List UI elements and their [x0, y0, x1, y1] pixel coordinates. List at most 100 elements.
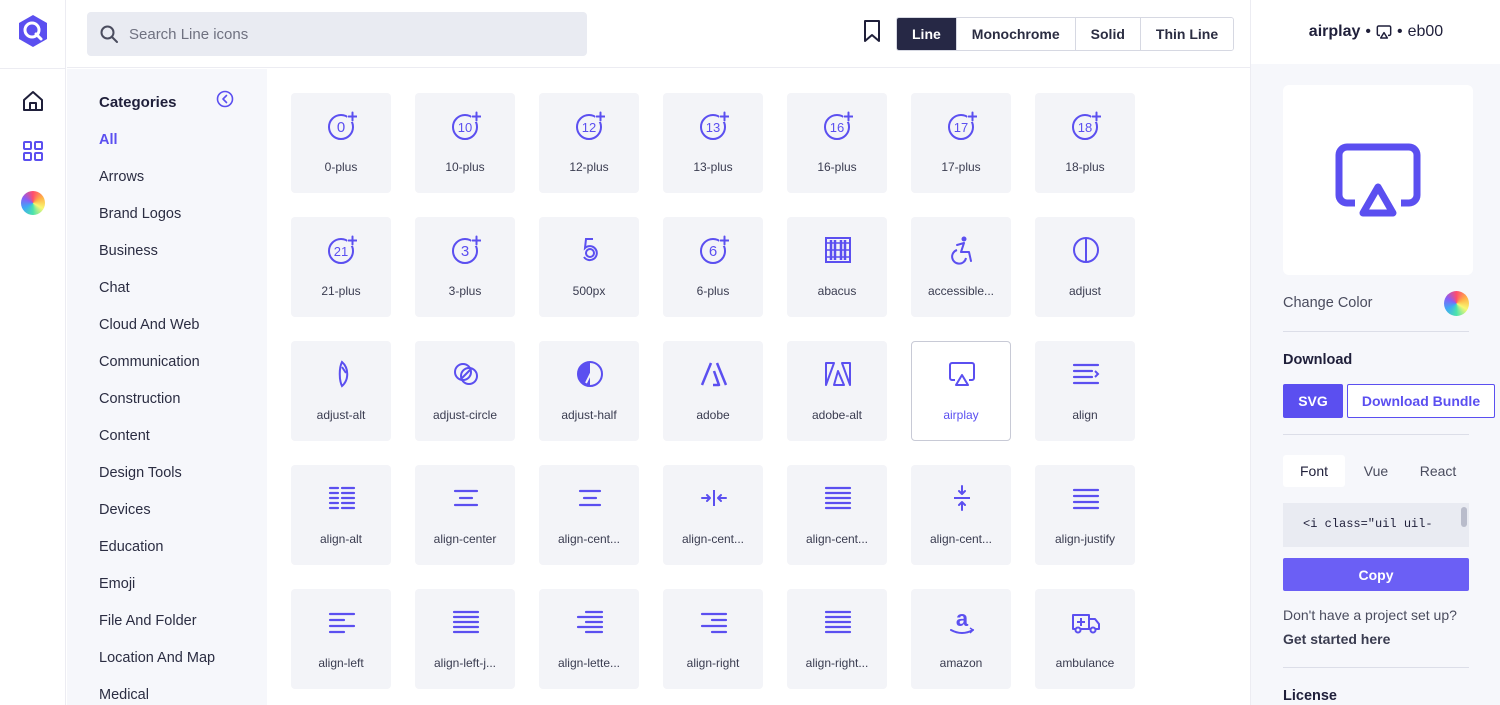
icon-tile[interactable]: 21 21-plus [291, 217, 391, 317]
icon-label: align [1072, 408, 1098, 422]
adjust-icon [1073, 237, 1099, 263]
category-item-communication[interactable]: Communication [99, 353, 215, 390]
category-item-design-tools[interactable]: Design Tools [99, 464, 215, 501]
divider [1283, 434, 1469, 435]
icon-tile[interactable]: align-center [415, 465, 515, 565]
svg-text:18: 18 [1078, 120, 1092, 135]
icon-tile[interactable]: adjust-half [539, 341, 639, 441]
icon-tile[interactable]: a amazon [911, 589, 1011, 689]
icon-tile[interactable]: ambulance [1035, 589, 1135, 689]
icon-tile[interactable]: 6 6-plus [663, 217, 763, 317]
tab-react[interactable]: React [1407, 455, 1469, 487]
icon-tile[interactable]: align-right [663, 589, 763, 689]
icon-label: 13-plus [693, 160, 733, 174]
align-letter-rtl-icon [576, 610, 604, 634]
search-icon [100, 25, 118, 43]
icon-tile[interactable]: align-cent... [539, 465, 639, 565]
icon-tile[interactable]: adjust [1035, 217, 1135, 317]
3-plus-icon: 3 [452, 235, 481, 264]
bookmark-icon[interactable] [863, 19, 881, 43]
icon-tile[interactable]: align [1035, 341, 1135, 441]
icon-tile[interactable]: adobe-alt [787, 341, 887, 441]
icon-code: eb00 [1407, 23, 1444, 40]
category-item-all[interactable]: All [99, 131, 215, 168]
icon-tile[interactable]: align-right... [787, 589, 887, 689]
icon-tile[interactable]: 12 12-plus [539, 93, 639, 193]
tab-solid[interactable]: Solid [1075, 18, 1141, 50]
get-started-link[interactable]: Get started here [1283, 631, 1390, 647]
category-item-content[interactable]: Content [99, 427, 215, 464]
icon-tile[interactable]: 10 10-plus [415, 93, 515, 193]
icon-tile[interactable]: accessible... [911, 217, 1011, 317]
icon-tile[interactable]: 3 3-plus [415, 217, 515, 317]
tab-vue[interactable]: Vue [1345, 455, 1407, 487]
airplay-icon [1376, 25, 1392, 39]
tab-thin-line[interactable]: Thin Line [1140, 18, 1234, 50]
icon-label: align-lette... [557, 656, 621, 670]
separator-dot: • [1365, 23, 1371, 40]
icon-tile[interactable]: align-left-j... [415, 589, 515, 689]
tab-monochrome[interactable]: Monochrome [956, 18, 1076, 50]
icon-tile[interactable]: align-left [291, 589, 391, 689]
category-item-education[interactable]: Education [99, 538, 215, 575]
icon-tile[interactable]: adobe [663, 341, 763, 441]
icon-tile[interactable]: 500px [539, 217, 639, 317]
code-scrollbar[interactable] [1461, 507, 1467, 527]
category-item-cloud-and-web[interactable]: Cloud And Web [99, 316, 215, 353]
logo-icon[interactable] [16, 14, 50, 48]
icon-tile[interactable]: 18 18-plus [1035, 93, 1135, 193]
icon-tile[interactable]: align-lette... [539, 589, 639, 689]
category-item-construction[interactable]: Construction [99, 390, 215, 427]
align-center-icon [453, 489, 479, 507]
top-bar: Line Monochrome Solid Thin Line [67, 0, 1250, 68]
category-item-chat[interactable]: Chat [99, 279, 215, 316]
icon-detail-header: airplay • • eb00 [1251, 0, 1500, 64]
ambulance-icon [1072, 614, 1100, 634]
color-picker-icon[interactable] [1444, 291, 1469, 316]
category-item-location-and-map[interactable]: Location And Map [99, 649, 215, 686]
icon-detail-panel: airplay • • eb00 Change Color Download S… [1250, 0, 1500, 705]
search-input[interactable] [129, 25, 569, 43]
icon-tile[interactable]: adjust-circle [415, 341, 515, 441]
icon-tile[interactable]: abacus [787, 217, 887, 317]
category-item-arrows[interactable]: Arrows [99, 168, 215, 205]
svg-text:3: 3 [461, 243, 469, 260]
icon-tile[interactable]: airplay [911, 341, 1011, 441]
airplay-icon [949, 362, 975, 386]
align-alt-icon [328, 486, 356, 510]
icon-tile[interactable]: 17 17-plus [911, 93, 1011, 193]
icon-tile[interactable]: align-cent... [787, 465, 887, 565]
icon-tile[interactable]: 16 16-plus [787, 93, 887, 193]
category-item-brand-logos[interactable]: Brand Logos [99, 205, 215, 242]
align-right-icon [700, 612, 728, 634]
icon-tile[interactable]: align-alt [291, 465, 391, 565]
code-snippet-box[interactable]: <i class="uil uil- [1283, 503, 1469, 547]
icon-tile[interactable]: 0 0-plus [291, 93, 391, 193]
category-item-devices[interactable]: Devices [99, 501, 215, 538]
grid-view-button[interactable] [20, 138, 46, 164]
icon-tile[interactable]: adjust-alt [291, 341, 391, 441]
icon-label: 16-plus [817, 160, 857, 174]
style-tabs: Line Monochrome Solid Thin Line [896, 17, 1235, 51]
category-item-business[interactable]: Business [99, 242, 215, 279]
tab-font[interactable]: Font [1283, 455, 1345, 487]
category-item-file-and-folder[interactable]: File And Folder [99, 612, 215, 649]
download-svg-button[interactable]: SVG [1283, 384, 1343, 418]
color-wheel-icon[interactable] [21, 191, 45, 215]
icon-tile[interactable]: align-cent... [911, 465, 1011, 565]
icon-tile[interactable]: align-cent... [663, 465, 763, 565]
svg-text:13: 13 [706, 120, 720, 135]
adjust-circle-icon [454, 363, 478, 385]
download-bundle-button[interactable]: Download Bundle [1347, 384, 1495, 418]
icon-label: 21-plus [321, 284, 361, 298]
icon-tile[interactable]: 13 13-plus [663, 93, 763, 193]
copy-button[interactable]: Copy [1283, 558, 1469, 591]
icon-label: adjust-alt [316, 408, 366, 422]
category-item-emoji[interactable]: Emoji [99, 575, 215, 612]
icon-tile[interactable]: align-justify [1035, 465, 1135, 565]
500px-icon [583, 238, 598, 262]
tab-line[interactable]: Line [897, 18, 957, 50]
category-item-medical[interactable]: Medical [99, 686, 215, 705]
home-button[interactable] [20, 88, 46, 114]
collapse-arrow-icon[interactable] [216, 90, 234, 108]
